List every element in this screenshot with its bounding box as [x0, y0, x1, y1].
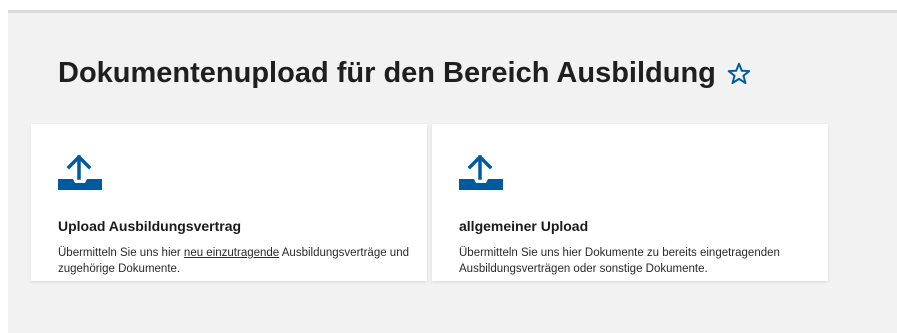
- star-outline-icon[interactable]: [726, 61, 752, 87]
- card-description: Übermitteln Sie uns hier Dokumente zu be…: [459, 247, 780, 275]
- allgemeiner-upload-card[interactable]: allgemeiner Upload Übermitteln Sie uns h…: [432, 124, 828, 281]
- neu-einzutragende-link[interactable]: neu einzutragende: [184, 247, 279, 259]
- page-title-text: Dokumentenupload für den Bereich Ausbild…: [58, 57, 716, 89]
- upload-icon: [58, 154, 102, 192]
- card-title: Upload Ausbildungsvertrag: [58, 218, 242, 234]
- page-title: Dokumentenupload für den Bereich Ausbild…: [58, 57, 752, 90]
- upload-icon: [459, 154, 503, 192]
- card-description: Übermitteln Sie uns hier neu einzutragen…: [58, 245, 418, 277]
- card-title: allgemeiner Upload: [459, 218, 589, 234]
- page-container: Dokumentenupload für den Bereich Ausbild…: [8, 10, 897, 333]
- upload-ausbildungsvertrag-card[interactable]: Upload Ausbildungsvertrag Übermitteln Si…: [31, 124, 427, 281]
- card-description-text: Übermitteln Sie uns hier: [58, 247, 184, 259]
